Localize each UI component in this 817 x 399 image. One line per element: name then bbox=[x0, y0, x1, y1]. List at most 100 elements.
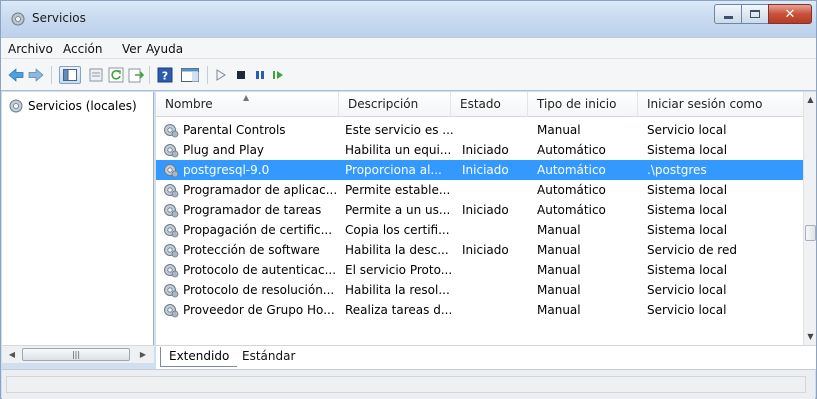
show-hide-button[interactable] bbox=[179, 66, 201, 84]
service-gear-icon bbox=[164, 264, 179, 278]
svg-text:?: ? bbox=[162, 70, 168, 83]
cell-descripcion: Habilita un equi... bbox=[345, 143, 452, 157]
tab-extendido[interactable]: Extendido bbox=[160, 347, 238, 367]
status-bar bbox=[2, 369, 815, 399]
cell-iniciar-sesion: Sistema local bbox=[647, 263, 728, 277]
menu-archivo[interactable]: Archivo bbox=[8, 42, 53, 56]
cell-iniciar-sesion: Sistema local bbox=[647, 223, 728, 237]
toolbar-separator bbox=[51, 66, 52, 84]
table-row[interactable]: postgresql-9.0 Proporciona al... Iniciado A… bbox=[156, 160, 803, 180]
tab-estandar[interactable]: Estándar bbox=[234, 347, 303, 367]
services-list: Nombre ▲ Descripción Estado Tipo de inic… bbox=[156, 92, 803, 345]
service-gear-icon bbox=[164, 124, 179, 138]
toolbar-separator bbox=[149, 66, 150, 84]
scroll-down-icon[interactable]: ▼ bbox=[804, 329, 817, 345]
cell-iniciar-sesion: .\postgres bbox=[647, 163, 707, 177]
refresh-button[interactable] bbox=[107, 66, 125, 84]
column-header-nombre[interactable]: Nombre ▲ bbox=[156, 92, 339, 117]
console-tree-pane: Servicios (locales) bbox=[2, 92, 154, 345]
services-window: Servicios ✕ Archivo Acción Ver Ayuda ? S… bbox=[0, 0, 817, 399]
table-row[interactable]: Programador de aplicac... Permite estable… bbox=[156, 180, 803, 200]
help-icon: ? bbox=[157, 67, 173, 83]
help-button[interactable]: ? bbox=[156, 66, 174, 84]
table-row[interactable]: Programador de tareas Permite a un us... I… bbox=[156, 200, 803, 220]
back-button[interactable] bbox=[7, 66, 25, 84]
cell-descripcion: Realiza tareas d... bbox=[345, 303, 453, 317]
maximize-button[interactable] bbox=[741, 4, 768, 24]
menu-ayuda[interactable]: Ayuda bbox=[146, 42, 183, 56]
back-icon bbox=[8, 68, 24, 82]
cell-estado: Iniciado bbox=[462, 143, 509, 157]
console-tree-button[interactable] bbox=[59, 66, 81, 84]
table-row[interactable]: Protocolo de resolución... Habilita la re… bbox=[156, 280, 803, 300]
table-row[interactable]: Protocolo de autenticac... El servicio Pr… bbox=[156, 260, 803, 280]
column-header-tipo-inicio[interactable]: Tipo de inicio bbox=[528, 92, 638, 117]
cell-tipo-inicio: Manual bbox=[537, 123, 581, 137]
table-row[interactable]: Proveedor de Grupo Ho... Realiza tareas d… bbox=[156, 300, 803, 320]
scroll-thumb[interactable]: ||| bbox=[22, 348, 130, 361]
pause-service-button[interactable] bbox=[251, 66, 269, 84]
cell-iniciar-sesion: Sistema local bbox=[647, 143, 728, 157]
cell-descripcion: Permite estable... bbox=[345, 183, 451, 197]
list-header: Nombre ▲ Descripción Estado Tipo de inic… bbox=[156, 92, 803, 117]
column-header-label: Tipo de inicio bbox=[537, 97, 617, 111]
column-header-estado[interactable]: Estado bbox=[451, 92, 528, 117]
minimize-button[interactable] bbox=[714, 4, 741, 24]
scroll-thumb[interactable] bbox=[805, 225, 816, 241]
cell-descripcion: Este servicio es ... bbox=[345, 123, 454, 137]
tree-item-servicios-locales[interactable]: Servicios (locales) bbox=[8, 98, 137, 114]
cell-tipo-inicio: Manual bbox=[537, 283, 581, 297]
left-horizontal-scrollbar[interactable]: ◀ ||| ▶ bbox=[2, 345, 154, 363]
scroll-left-icon[interactable]: ◀ bbox=[5, 349, 19, 361]
menu-accion[interactable]: Acción bbox=[63, 42, 102, 56]
show-hide-icon bbox=[181, 68, 199, 82]
cell-nombre: Parental Controls bbox=[183, 123, 286, 137]
cell-iniciar-sesion: Servicio de red bbox=[647, 243, 737, 257]
cell-descripcion: Habilita la desc... bbox=[345, 243, 449, 257]
column-header-descripcion[interactable]: Descripción bbox=[339, 92, 451, 117]
start-service-button[interactable] bbox=[212, 66, 230, 84]
stop-service-button[interactable] bbox=[232, 66, 250, 84]
table-row[interactable]: Plug and Play Habilita un equi... Iniciado… bbox=[156, 140, 803, 160]
close-button[interactable]: ✕ bbox=[768, 4, 812, 24]
cell-descripcion: El servicio Proto... bbox=[345, 263, 453, 277]
menu-bar: Archivo Acción Ver Ayuda bbox=[1, 37, 816, 59]
service-gear-icon bbox=[164, 144, 179, 158]
column-header-iniciar-sesion[interactable]: Iniciar sesión como bbox=[638, 92, 803, 117]
service-gear-icon bbox=[164, 184, 179, 198]
menu-ver[interactable]: Ver bbox=[122, 42, 142, 56]
pause-icon bbox=[256, 71, 264, 79]
cell-iniciar-sesion: Sistema local bbox=[647, 203, 728, 217]
vertical-scrollbar[interactable]: ▲ ▼ bbox=[803, 92, 816, 345]
forward-button[interactable] bbox=[27, 66, 45, 84]
scroll-up-icon[interactable]: ▲ bbox=[804, 92, 817, 108]
cell-descripcion: Habilita la resol... bbox=[345, 283, 450, 297]
properties-button[interactable] bbox=[87, 66, 105, 84]
table-row[interactable]: Protección de software Habilita la desc..… bbox=[156, 240, 803, 260]
cell-nombre: Protocolo de resolución... bbox=[183, 283, 335, 297]
cell-descripcion: Permite a un us... bbox=[345, 203, 451, 217]
service-gear-icon bbox=[164, 164, 179, 178]
restart-service-button[interactable] bbox=[269, 66, 287, 84]
properties-icon bbox=[89, 68, 103, 82]
cell-tipo-inicio: Automático bbox=[537, 143, 606, 157]
title-bar[interactable]: Servicios ✕ bbox=[1, 1, 816, 37]
cell-estado bbox=[462, 180, 532, 200]
table-row[interactable]: Parental Controls Este servicio es ... Man… bbox=[156, 120, 803, 140]
scroll-right-icon[interactable]: ▶ bbox=[136, 349, 150, 361]
export-button[interactable] bbox=[127, 66, 145, 84]
sort-ascending-icon: ▲ bbox=[243, 93, 250, 102]
cell-estado bbox=[462, 220, 532, 240]
cell-estado bbox=[462, 260, 532, 280]
refresh-icon bbox=[108, 67, 124, 83]
cell-nombre: Programador de tareas bbox=[183, 203, 322, 217]
maximize-icon bbox=[750, 10, 760, 18]
cell-estado: Iniciado bbox=[462, 163, 509, 177]
cell-nombre: Propagación de certific... bbox=[183, 223, 333, 237]
services-gear-icon bbox=[11, 12, 25, 26]
cell-tipo-inicio: Automático bbox=[537, 163, 606, 177]
table-row[interactable]: Propagación de certific... Copia los cert… bbox=[156, 220, 803, 240]
column-header-label: Estado bbox=[460, 97, 501, 111]
forward-icon bbox=[28, 68, 44, 82]
toolbar: ? bbox=[1, 59, 816, 91]
